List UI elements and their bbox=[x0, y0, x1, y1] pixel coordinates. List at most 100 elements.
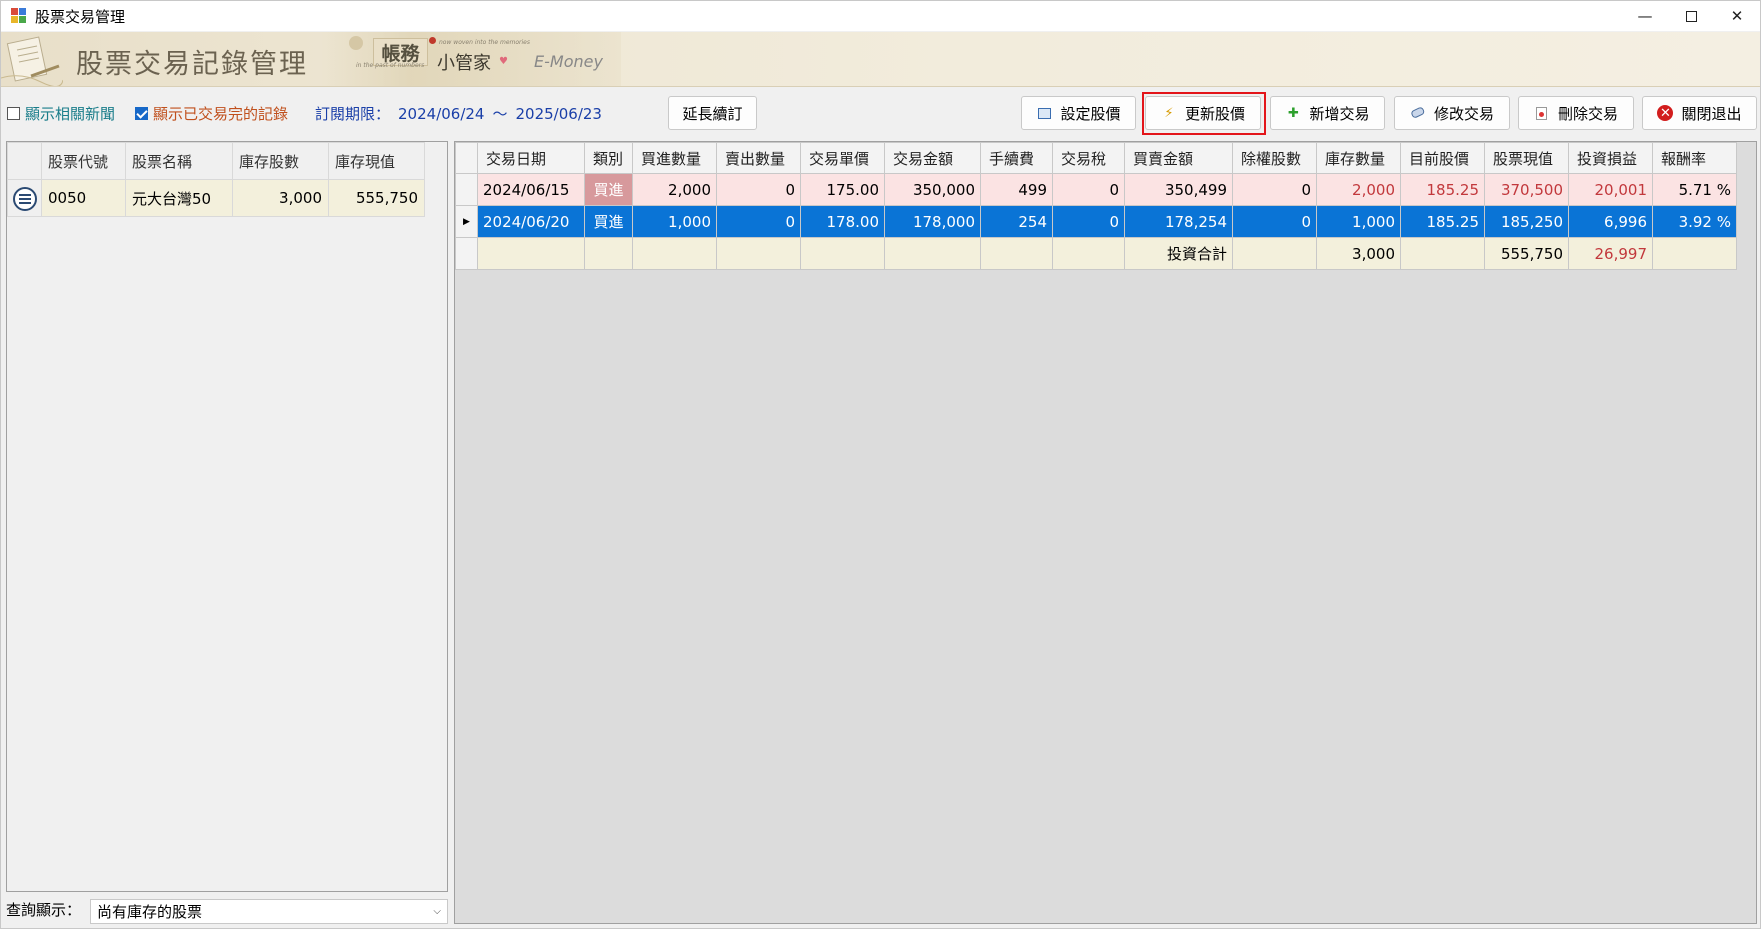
col-trade-amount[interactable]: 買賣金額 bbox=[1124, 142, 1233, 174]
fee[interactable]: 254 bbox=[980, 205, 1053, 238]
buy-qty[interactable]: 1,000 bbox=[632, 205, 717, 238]
empty-cell[interactable] bbox=[1052, 237, 1125, 270]
trade-amount[interactable]: 178,254 bbox=[1124, 205, 1233, 238]
col-unit-price[interactable]: 交易單價 bbox=[800, 142, 885, 174]
empty-cell[interactable] bbox=[884, 237, 981, 270]
amount[interactable]: 350,000 bbox=[884, 173, 981, 206]
col-stock-value[interactable]: 庫存現值 bbox=[328, 142, 425, 180]
stock-code[interactable]: 0050 bbox=[41, 179, 126, 217]
row-header[interactable]: ▶ bbox=[455, 205, 478, 238]
stock-value[interactable]: 555,750 bbox=[328, 179, 425, 217]
col-trade-date[interactable]: 交易日期 bbox=[477, 142, 585, 174]
banner-title: 股票交易記錄管理 bbox=[76, 49, 308, 80]
tax[interactable]: 0 bbox=[1052, 173, 1125, 206]
col-buy-qty[interactable]: 買進數量 bbox=[632, 142, 717, 174]
delete-trade-button[interactable]: 刪除交易 bbox=[1518, 96, 1634, 130]
cur-value[interactable]: 370,500 bbox=[1484, 173, 1569, 206]
delete-trade-label: 刪除交易 bbox=[1557, 104, 1618, 123]
show-done-checkbox[interactable]: 顯示已交易完的記錄 bbox=[135, 103, 288, 124]
cur-value[interactable]: 185,250 bbox=[1484, 205, 1569, 238]
col-stock-name[interactable]: 股票名稱 bbox=[125, 142, 233, 180]
exit-button[interactable]: ✕ 關閉退出 bbox=[1642, 96, 1757, 130]
profit[interactable]: 6,996 bbox=[1568, 205, 1653, 238]
cur-price[interactable]: 185.25 bbox=[1400, 173, 1485, 206]
subscription-end: 2025/06/23 bbox=[515, 105, 602, 123]
trade-date[interactable]: 2024/06/20 bbox=[477, 205, 585, 238]
checkbox-unchecked-icon[interactable] bbox=[7, 107, 20, 120]
sell-qty[interactable]: 0 bbox=[716, 173, 801, 206]
empty-cell[interactable] bbox=[632, 237, 717, 270]
row-header[interactable] bbox=[7, 179, 42, 217]
unit-price[interactable]: 175.00 bbox=[800, 173, 885, 206]
row-header[interactable] bbox=[455, 237, 478, 270]
return-rate[interactable]: 5.71 % bbox=[1652, 173, 1737, 206]
stock-shares[interactable]: 3,000 bbox=[232, 179, 329, 217]
trade-amount[interactable]: 350,499 bbox=[1124, 173, 1233, 206]
unit-price[interactable]: 178.00 bbox=[800, 205, 885, 238]
row-header[interactable] bbox=[455, 173, 478, 206]
total-row[interactable]: 投資合計 3,000 555,750 26,997 bbox=[455, 237, 1737, 270]
empty-cell[interactable] bbox=[980, 237, 1053, 270]
table-row[interactable]: 0050 元大台灣50 3,000 555,750 bbox=[7, 179, 425, 217]
col-cur-value[interactable]: 股票現值 bbox=[1484, 142, 1569, 174]
empty-cell[interactable] bbox=[1232, 237, 1317, 270]
current-row-arrow-icon: ▶ bbox=[463, 216, 470, 227]
col-sell-qty[interactable]: 賣出數量 bbox=[716, 142, 801, 174]
empty-cell[interactable] bbox=[800, 237, 885, 270]
col-cur-price[interactable]: 目前股價 bbox=[1400, 142, 1485, 174]
app-window: 股票交易管理 — ✕ 股票交易記錄管理 帳務 now woven into th… bbox=[0, 0, 1761, 929]
row-header-corner bbox=[7, 142, 42, 180]
total-profit[interactable]: 26,997 bbox=[1568, 237, 1653, 270]
tax[interactable]: 0 bbox=[1052, 205, 1125, 238]
trade-type[interactable]: 買進 bbox=[584, 173, 633, 206]
profit[interactable]: 20,001 bbox=[1568, 173, 1653, 206]
table-row[interactable]: ▶ 2024/06/20 買進 1,000 0 178.00 178,000 2… bbox=[455, 205, 1737, 238]
query-select[interactable]: 尚有庫存的股票 ⌵ bbox=[90, 899, 448, 924]
col-profit[interactable]: 投資損益 bbox=[1568, 142, 1653, 174]
sell-qty[interactable]: 0 bbox=[716, 205, 801, 238]
close-button[interactable]: ✕ bbox=[1714, 1, 1760, 31]
empty-cell[interactable] bbox=[716, 237, 801, 270]
total-label[interactable]: 投資合計 bbox=[1124, 237, 1233, 270]
empty-cell[interactable] bbox=[584, 237, 633, 270]
trade-type[interactable]: 買進 bbox=[584, 205, 633, 238]
col-type[interactable]: 類別 bbox=[584, 142, 633, 174]
trade-date[interactable]: 2024/06/15 bbox=[477, 173, 585, 206]
table-row[interactable]: 2024/06/15 買進 2,000 0 175.00 350,000 499… bbox=[455, 173, 1737, 206]
col-fee[interactable]: 手續費 bbox=[980, 142, 1053, 174]
fee[interactable]: 499 bbox=[980, 173, 1053, 206]
empty-cell[interactable] bbox=[477, 237, 585, 270]
total-cur-value[interactable]: 555,750 bbox=[1484, 237, 1569, 270]
col-tax[interactable]: 交易稅 bbox=[1052, 142, 1125, 174]
col-return[interactable]: 報酬率 bbox=[1652, 142, 1737, 174]
cur-price[interactable]: 185.25 bbox=[1400, 205, 1485, 238]
show-news-checkbox[interactable]: 顯示相關新聞 bbox=[7, 103, 115, 124]
empty-cell[interactable] bbox=[1400, 237, 1485, 270]
add-trade-button[interactable]: ✚ 新增交易 bbox=[1270, 96, 1385, 130]
edit-trade-button[interactable]: 修改交易 bbox=[1394, 96, 1510, 130]
empty-cell[interactable] bbox=[1652, 237, 1737, 270]
extend-subscription-button[interactable]: 延長續訂 bbox=[668, 96, 757, 130]
col-stock-code[interactable]: 股票代號 bbox=[41, 142, 126, 180]
rights[interactable]: 0 bbox=[1232, 173, 1317, 206]
rights[interactable]: 0 bbox=[1232, 205, 1317, 238]
maximize-button[interactable] bbox=[1668, 1, 1714, 31]
col-rights[interactable]: 除權股數 bbox=[1232, 142, 1317, 174]
brand-name: 小管家 bbox=[437, 53, 491, 74]
return-rate[interactable]: 3.92 % bbox=[1652, 205, 1737, 238]
col-amount[interactable]: 交易金額 bbox=[884, 142, 981, 174]
set-price-label: 設定股價 bbox=[1060, 104, 1121, 123]
set-price-button[interactable]: 設定股價 bbox=[1021, 96, 1136, 130]
col-stock-qty[interactable]: 庫存數量 bbox=[1316, 142, 1401, 174]
edit-trade-label: 修改交易 bbox=[1433, 104, 1494, 123]
buy-qty[interactable]: 2,000 bbox=[632, 173, 717, 206]
total-stock-qty[interactable]: 3,000 bbox=[1316, 237, 1401, 270]
amount[interactable]: 178,000 bbox=[884, 205, 981, 238]
stock-name[interactable]: 元大台灣50 bbox=[125, 179, 233, 217]
checkbox-checked-icon[interactable] bbox=[135, 107, 148, 120]
col-stock-shares[interactable]: 庫存股數 bbox=[232, 142, 329, 180]
minimize-button[interactable]: — bbox=[1622, 1, 1668, 31]
stock-qty[interactable]: 2,000 bbox=[1316, 173, 1401, 206]
close-circle-icon: ✕ bbox=[1657, 105, 1674, 121]
stock-qty[interactable]: 1,000 bbox=[1316, 205, 1401, 238]
